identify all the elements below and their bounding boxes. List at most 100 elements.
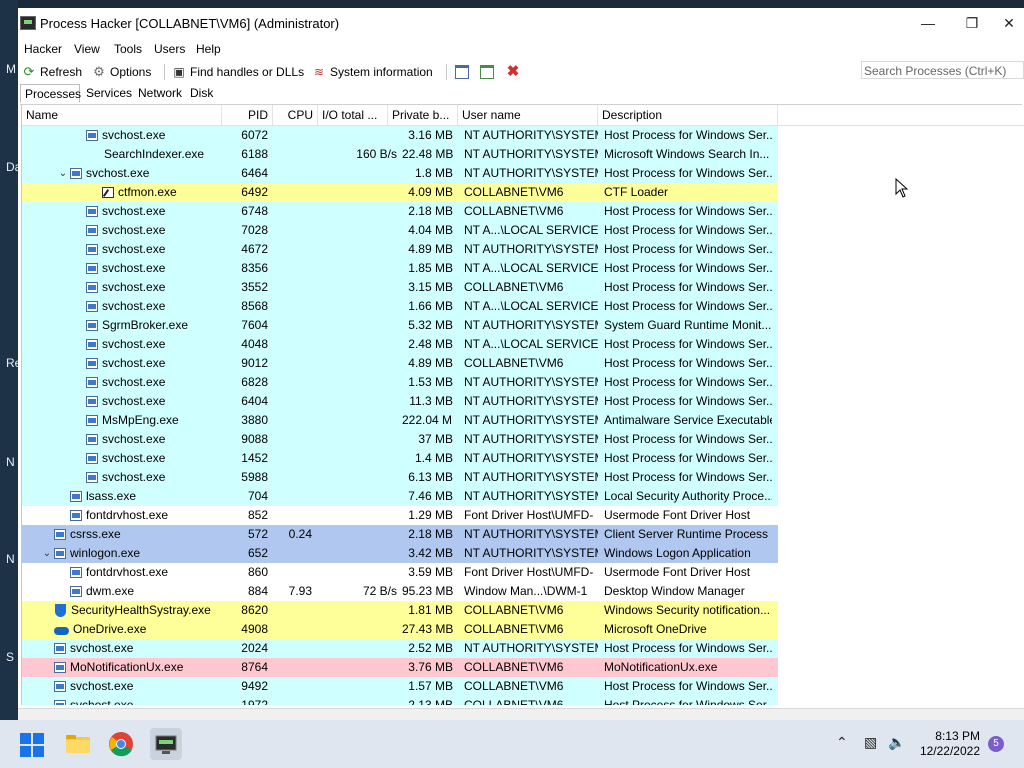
process-row[interactable]: MsMpEng.exe 3880 222.04 MB NT AUTHORITY\SYS… <box>22 411 778 430</box>
process-row[interactable]: svchost.exe 9088 37 MB NT AUTHORITY\SYSTEM H… <box>22 430 778 449</box>
process-row[interactable]: MoNotificationUx.exe 8764 3.76 MB COLLABNET… <box>22 658 778 677</box>
process-row[interactable]: svchost.exe 6404 11.3 MB NT AUTHORITY\SYSTE… <box>22 392 778 411</box>
process-row[interactable]: svchost.exe 3552 3.15 MB COLLABNET\VM6 Host … <box>22 278 778 297</box>
column-header-name[interactable]: Name <box>22 105 222 125</box>
tab-services[interactable]: Services <box>82 84 136 103</box>
title-bar[interactable]: Process Hacker [COLLABNET\VM6] (Administ… <box>18 8 1024 38</box>
column-header-io-total[interactable]: I/O total ... <box>318 105 388 125</box>
tab-network[interactable]: Network <box>134 84 186 103</box>
process-row[interactable]: svchost.exe 6748 2.18 MB COLLABNET\VM6 Host … <box>22 202 778 221</box>
menu-users[interactable]: Users <box>154 42 185 56</box>
process-row[interactable]: OneDrive.exe 4908 27.43 MB COLLABNET\VM6 Mic… <box>22 620 778 639</box>
network-icon[interactable]: ▧ <box>864 734 877 751</box>
chrome-icon[interactable] <box>107 730 135 758</box>
process-row[interactable]: svchost.exe 9492 1.57 MB COLLABNET\VM6 Host … <box>22 677 778 696</box>
process-row[interactable]: ⌄ winlogon.exe 652 3.42 MB NT AUTHORITY\SYST… <box>22 544 778 563</box>
process-row[interactable]: svchost.exe 4048 2.48 MB NT A...\LOCAL SERV… <box>22 335 778 354</box>
process-name: svchost.exe <box>102 261 166 275</box>
process-row[interactable]: csrss.exe 572 0.24 2.18 MB NT AUTHORITY\SYST… <box>22 525 778 544</box>
process-name-cell: ⌄ svchost.exe <box>22 164 222 183</box>
tab-processes[interactable]: Processes <box>20 84 81 103</box>
column-header-description[interactable]: Description <box>598 105 778 125</box>
process-user-name: COLLABNET\VM6 <box>464 603 564 617</box>
process-row[interactable]: fontdrvhost.exe 852 1.29 MB Font Driver Hos… <box>22 506 778 525</box>
process-name-cell: lsass.exe <box>22 487 222 506</box>
process-name-cell: svchost.exe <box>22 639 222 658</box>
process-private-bytes: 1.29 MB <box>408 508 453 522</box>
process-name: csrss.exe <box>70 527 121 541</box>
desktop-icon-label[interactable]: N <box>6 455 15 469</box>
process-row[interactable]: svchost.exe 8356 1.85 MB NT A...\LOCAL SERV… <box>22 259 778 278</box>
column-header-pid[interactable]: PID <box>222 105 273 125</box>
process-cpu <box>272 620 312 639</box>
process-io-total <box>317 202 397 221</box>
process-hacker-icon[interactable] <box>150 728 182 760</box>
menu-hacker[interactable]: Hacker <box>24 42 62 56</box>
desktop-icon-label[interactable]: N <box>6 552 15 566</box>
pin-window-button[interactable] <box>480 63 498 81</box>
process-private-bytes: 3.42 MB <box>408 546 453 560</box>
process-user-name: NT AUTHORITY\SYSTEM <box>464 641 598 655</box>
gear-icon: ⚙ <box>93 64 105 79</box>
options-button[interactable]: ⚙ Options <box>92 63 151 81</box>
process-pid: 9088 <box>241 432 268 446</box>
process-row[interactable]: lsass.exe 704 7.46 MB NT AUTHORITY\SYSTEM Lo… <box>22 487 778 506</box>
notification-badge[interactable]: 5 <box>988 736 1004 752</box>
collapse-chevron-icon[interactable]: ⌄ <box>40 544 54 563</box>
file-explorer-icon[interactable] <box>64 730 92 758</box>
process-row[interactable]: svchost.exe 9012 4.89 MB COLLABNET\VM6 Host … <box>22 354 778 373</box>
process-row[interactable]: SecurityHealthSystray.exe 8620 1.81 MB COLL… <box>22 601 778 620</box>
search-processes-input[interactable]: Search Processes (Ctrl+K) <box>861 61 1024 79</box>
process-row[interactable]: svchost.exe 2024 2.52 MB NT AUTHORITY\SYSTE… <box>22 639 778 658</box>
clock[interactable]: 8:13 PM 12/22/2022 <box>920 729 980 759</box>
process-tree[interactable]: Name PID CPU I/O total ... Private b... … <box>21 105 1024 705</box>
process-description: Host Process for Windows Ser... <box>604 242 772 256</box>
process-row[interactable]: svchost.exe 7028 4.04 MB NT A...\LOCAL SERV… <box>22 221 778 240</box>
desktop-icon-label[interactable]: S <box>6 650 14 664</box>
process-row[interactable]: svchost.exe 1972 2.13 MB COLLABNET\VM6 Host … <box>22 696 778 705</box>
collapse-chevron-icon[interactable]: ⌄ <box>56 164 70 183</box>
process-private-bytes: 3.15 MB <box>408 280 453 294</box>
desktop-icon-label[interactable]: M <box>6 62 16 76</box>
process-row[interactable]: ctfmon.exe 6492 4.09 MB COLLABNET\VM6 CTF Lo… <box>22 183 778 202</box>
process-private-bytes: 5.32 MB <box>408 318 453 332</box>
chevron-up-icon[interactable]: ⌃ <box>836 734 848 751</box>
windows-start-icon[interactable] <box>20 733 44 757</box>
process-pid: 3880 <box>241 413 268 427</box>
process-row[interactable]: fontdrvhost.exe 860 3.59 MB Font Driver Hos… <box>22 563 778 582</box>
terminate-button[interactable]: ✖ <box>506 63 524 81</box>
menu-help[interactable]: Help <box>196 42 221 56</box>
process-row[interactable]: svchost.exe 4672 4.89 MB NT AUTHORITY\SYSTE… <box>22 240 778 259</box>
column-header-cpu[interactable]: CPU <box>273 105 318 125</box>
speaker-icon[interactable]: 🔈 <box>888 734 905 751</box>
process-name: svchost.exe <box>102 128 166 142</box>
menu-tools[interactable]: Tools <box>114 42 142 56</box>
close-button[interactable]: ✕ <box>994 10 1024 36</box>
process-row[interactable]: SearchIndexer.exe 6188 160 B/s 22.48 MB NT A… <box>22 145 778 164</box>
process-row[interactable]: svchost.exe 1452 1.4 MB NT AUTHORITY\SYSTEM… <box>22 449 778 468</box>
process-description: System Guard Runtime Monit... <box>604 318 772 332</box>
process-user-name: COLLABNET\VM6 <box>464 660 564 674</box>
process-row[interactable]: svchost.exe 8568 1.66 MB NT A...\LOCAL SERV… <box>22 297 778 316</box>
process-row[interactable]: ⌄ svchost.exe 6464 1.8 MB NT AUTHORITY\SYSTE… <box>22 164 778 183</box>
process-io-total <box>317 126 397 145</box>
process-row[interactable]: dwm.exe 884 7.93 72 B/s 95.23 MB Window Man..… <box>22 582 778 601</box>
process-row[interactable]: SgrmBroker.exe 7604 5.32 MB NT AUTHORITY\SY… <box>22 316 778 335</box>
column-header-user-name[interactable]: User name <box>458 105 598 125</box>
system-information-button[interactable]: ≋ System information <box>312 63 433 81</box>
process-cpu <box>272 202 312 221</box>
restore-button[interactable]: ❐ <box>950 10 994 36</box>
process-row[interactable]: svchost.exe 6828 1.53 MB NT AUTHORITY\SYSTE… <box>22 373 778 392</box>
tab-disk[interactable]: Disk <box>186 84 217 103</box>
process-name: svchost.exe <box>102 432 166 446</box>
process-row[interactable]: svchost.exe 5988 6.13 MB NT AUTHORITY\SYSTE… <box>22 468 778 487</box>
onedrive-cloud-icon <box>54 625 69 635</box>
process-pid: 7604 <box>241 318 268 332</box>
find-handles-button[interactable]: ▣ Find handles or DLLs <box>172 63 304 81</box>
column-header-private-bytes[interactable]: Private b... <box>388 105 458 125</box>
show-window-button[interactable] <box>455 63 473 81</box>
refresh-button[interactable]: ⟳ Refresh <box>22 63 82 81</box>
process-row[interactable]: svchost.exe 6072 3.16 MB NT AUTHORITY\SYSTE… <box>22 126 778 145</box>
minimize-button[interactable]: — <box>906 10 950 36</box>
menu-view[interactable]: View <box>74 42 100 56</box>
